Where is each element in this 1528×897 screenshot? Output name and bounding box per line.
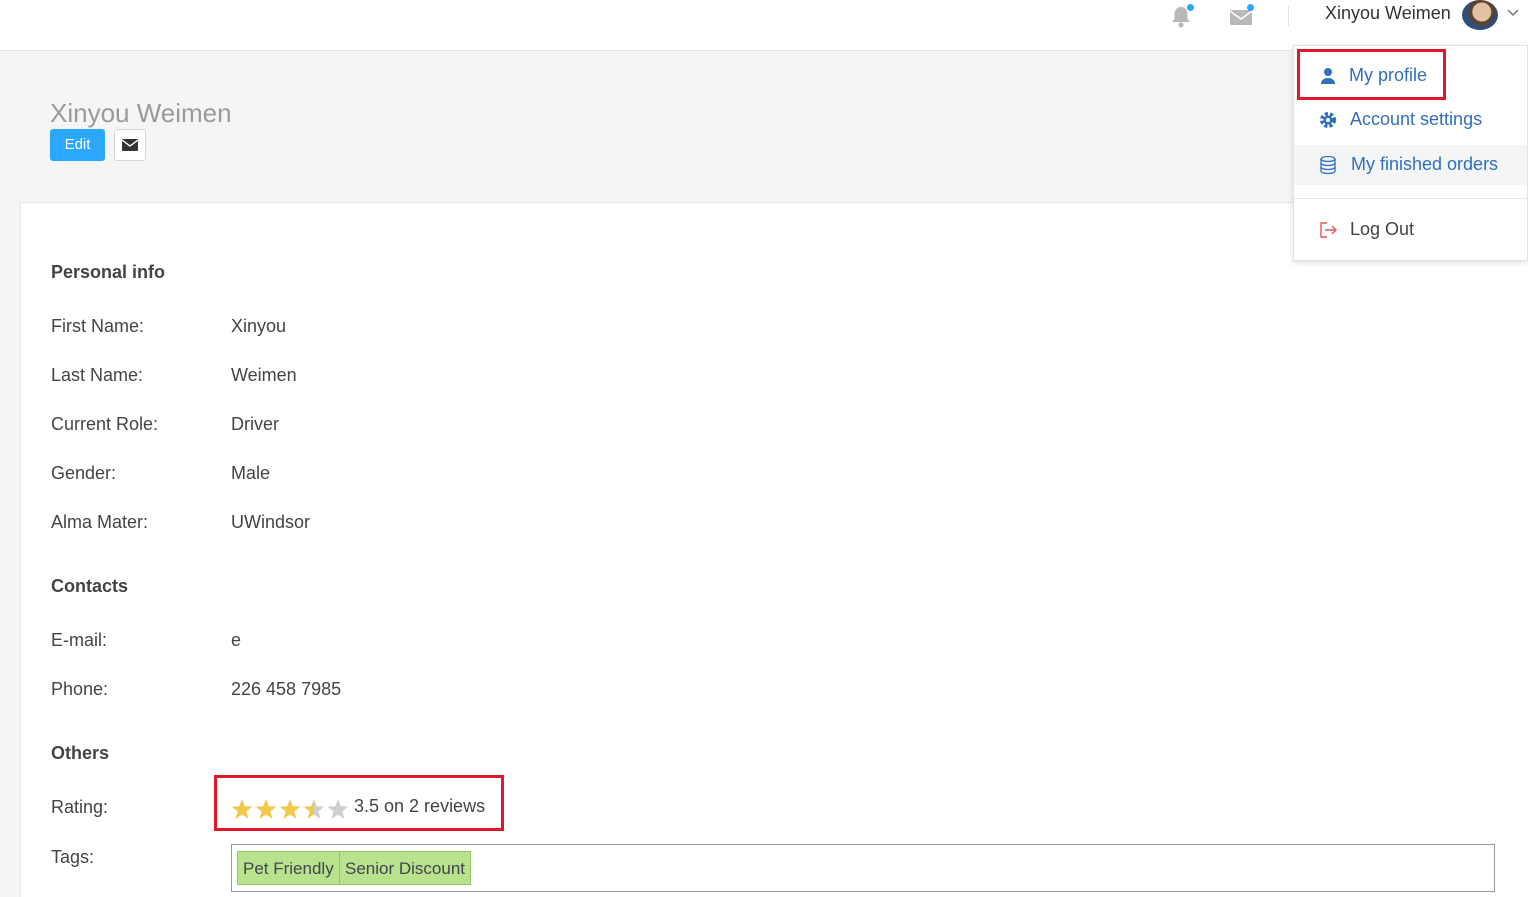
send-message-button[interactable]: [114, 129, 146, 161]
envelope-icon[interactable]: [1228, 4, 1254, 30]
divider: [1288, 6, 1289, 26]
page-title: Xinyou Weimen: [50, 98, 232, 128]
user-menu-name[interactable]: Xinyou Weimen: [1325, 3, 1451, 24]
current-role-label: Current Role:: [51, 414, 159, 434]
rating-stars: [231, 799, 349, 819]
email-value: e: [231, 630, 242, 650]
star-icon: [279, 799, 301, 819]
rating-summary: 3.5 on 2 reviews: [354, 796, 486, 816]
database-icon: [1320, 155, 1336, 175]
first-name-label: First Name:: [51, 316, 145, 336]
chevron-down-icon[interactable]: [1506, 6, 1520, 20]
alma-mater-value: UWindsor: [231, 512, 311, 532]
avatar[interactable]: [1462, 0, 1498, 30]
top-bar: Xinyou Weimen: [0, 0, 1528, 51]
edit-button[interactable]: Edit: [50, 129, 105, 161]
star-icon: [327, 799, 349, 819]
message-dot: [1247, 4, 1254, 11]
star-icon: [303, 799, 325, 819]
tags-label: Tags:: [51, 847, 95, 867]
phone-label: Phone:: [51, 679, 109, 699]
menu-item-label: My finished orders: [1351, 154, 1499, 174]
rating-label: Rating:: [51, 797, 109, 817]
star-icon: [255, 799, 277, 819]
gender-label: Gender:: [51, 463, 117, 483]
menu-divider: [1294, 198, 1527, 199]
envelope-icon: [122, 139, 138, 151]
star-icon: [231, 799, 253, 819]
phone-value: 226 458 7985: [231, 679, 342, 699]
my-profile-highlight-box: [1297, 49, 1446, 100]
last-name-label: Last Name:: [51, 365, 144, 385]
section-heading-contacts: Contacts: [51, 576, 129, 596]
menu-item-log-out[interactable]: Log Out: [1294, 210, 1527, 250]
logout-icon: [1320, 222, 1337, 238]
bell-icon[interactable]: [1168, 4, 1194, 30]
tags-field[interactable]: Pet Friendly Senior Discount: [231, 844, 1495, 892]
email-label: E-mail:: [51, 630, 108, 650]
alma-mater-label: Alma Mater:: [51, 512, 149, 532]
last-name-value: Weimen: [231, 365, 297, 385]
section-heading-personal-info: Personal info: [51, 262, 166, 282]
current-role-value: Driver: [231, 414, 279, 434]
tag-pet-friendly[interactable]: Pet Friendly: [237, 851, 340, 885]
menu-item-label: Log Out: [1350, 219, 1415, 239]
menu-item-account-settings[interactable]: Account settings: [1294, 100, 1527, 140]
menu-item-label: Account settings: [1350, 109, 1483, 129]
gear-icon: [1320, 112, 1336, 128]
first-name-value: Xinyou: [231, 316, 287, 336]
section-heading-others: Others: [51, 743, 110, 763]
gender-value: Male: [231, 463, 271, 483]
notification-dot: [1187, 4, 1194, 11]
tag-senior-discount[interactable]: Senior Discount: [339, 851, 472, 885]
menu-item-my-finished-orders[interactable]: My finished orders: [1294, 145, 1527, 185]
